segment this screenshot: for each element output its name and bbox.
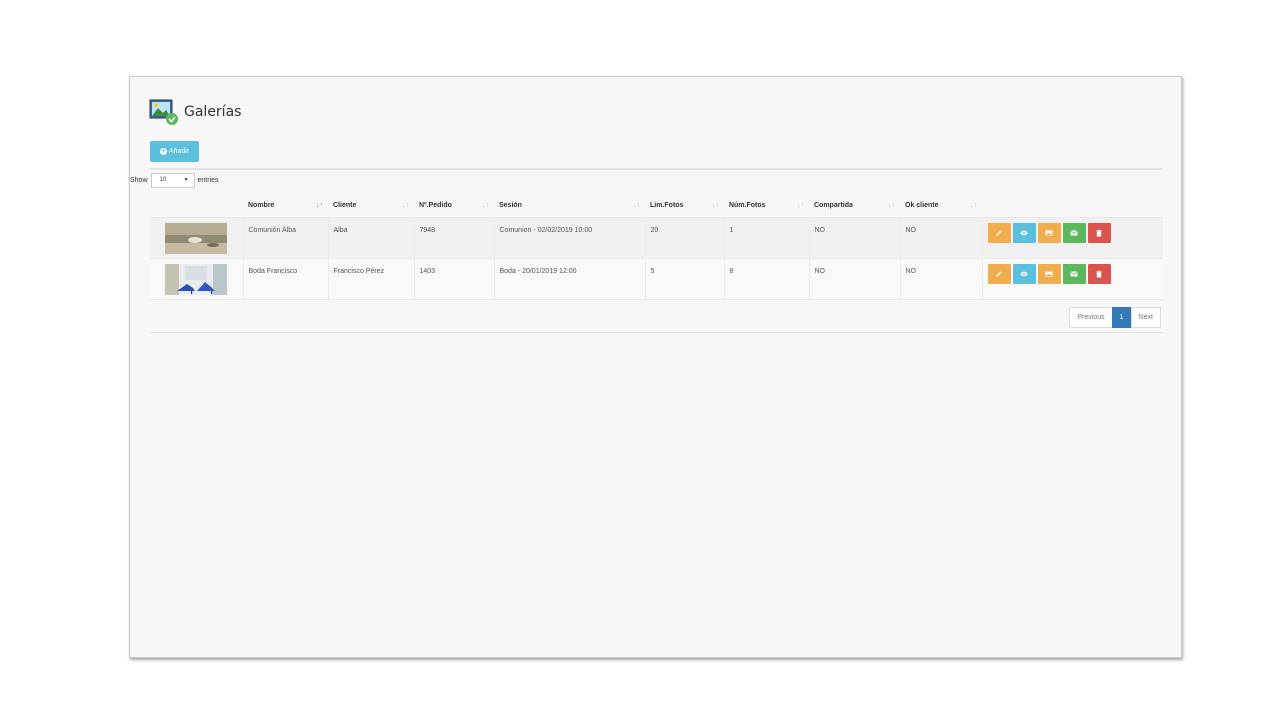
column-header-num-fotos[interactable]: Núm.Fotos ↓↑ (724, 195, 809, 218)
view-button[interactable] (1012, 263, 1036, 284)
cell-lim-fotos: 5 (645, 258, 725, 299)
column-header-label: Ok cliente (905, 202, 939, 210)
column-header-compartida[interactable]: Compartida ↓↑ (809, 195, 900, 218)
column-header-label: Sesión (499, 202, 522, 210)
column-header-ok-cliente[interactable]: Ok cliente ↓↑ (900, 195, 982, 218)
actions-cell (982, 217, 1163, 258)
cell-sesion: Boda - 20/01/2019 12:00 (494, 258, 646, 299)
column-header-label: Lim.Fotos (650, 202, 684, 210)
eye-icon (1020, 230, 1028, 235)
images-button[interactable] (1037, 263, 1061, 284)
cell-compartida: NO (809, 217, 901, 258)
column-header-cliente[interactable]: Cliente ↓↑ (328, 195, 414, 218)
entries-length-control: Show 10 ▼ entries (130, 171, 219, 189)
cell-nombre: Comunión Alba (243, 217, 329, 258)
actions-cell (982, 258, 1163, 299)
sort-icon: ↓↑ (970, 202, 977, 209)
view-button[interactable] (1012, 222, 1036, 243)
column-header-nombre[interactable]: Nombre ↓↑ (243, 195, 328, 218)
column-header-label: Nombre (248, 202, 275, 210)
wedding-thumbnail[interactable] (165, 263, 227, 295)
next-page-button[interactable]: Next (1130, 307, 1161, 328)
add-button-label: Añadir (168, 148, 190, 155)
envelope-icon (1070, 270, 1078, 276)
column-header-actions (982, 195, 1163, 218)
thumbnail-cell (150, 258, 244, 299)
cell-ok-cliente: NO (900, 217, 983, 258)
sort-icon: ↓↑ (633, 202, 640, 209)
cell-sesion: Comunion - 02/02/2019 10:00 (494, 217, 646, 258)
table-footer-divider (150, 332, 1163, 333)
trash-icon (1096, 270, 1102, 277)
column-header-label: Cliente (333, 202, 357, 210)
cell-cliente: Alba (328, 217, 415, 258)
sort-icon: ↓↑ (316, 202, 323, 209)
previous-page-button[interactable]: Previous (1069, 307, 1113, 328)
column-header-label: Núm.Fotos (729, 202, 766, 210)
table-header-row: Nombre ↓↑ Cliente ↓↑ Nº.Pedido ↓↑ Sesión ↓↑ … (150, 195, 1163, 218)
sort-icon: ↓↑ (797, 202, 804, 209)
communion-thumbnail[interactable] (165, 222, 227, 254)
images-button[interactable] (1037, 222, 1061, 243)
edit-button[interactable] (987, 222, 1011, 243)
image-icon (1045, 230, 1053, 235)
header-divider (150, 168, 1163, 170)
page-title: Galerías (184, 104, 242, 120)
table-row: Comunión Alba Alba 7948 Comunion - 02/02… (150, 217, 1163, 258)
gallery-image-check-icon (149, 99, 179, 125)
galleries-panel: Galerías + Añadir Show 10 ▼ entries Nomb… (129, 76, 1182, 658)
pencil-icon (996, 271, 1002, 277)
cell-nombre: Boda Francisco (243, 258, 329, 299)
column-header-lim-fotos[interactable]: Lim.Fotos ↓↑ (645, 195, 724, 218)
cell-cliente: Francisco Pérez (328, 258, 415, 299)
cell-lim-fotos: 20 (645, 217, 725, 258)
email-button[interactable] (1062, 222, 1086, 243)
image-icon (1045, 271, 1053, 276)
entries-label: entries (197, 176, 219, 184)
cell-num-fotos: 8 (724, 258, 810, 299)
column-header-pedido[interactable]: Nº.Pedido ↓↑ (414, 195, 494, 218)
table-row: Boda Francisco Francisco Pérez 1403 Boda… (150, 258, 1163, 299)
row-actions (987, 222, 1164, 243)
add-button[interactable]: + Añadir (150, 141, 199, 162)
sort-icon: ↓↑ (402, 202, 409, 209)
cell-compartida: NO (809, 258, 901, 299)
show-label: Show (130, 176, 148, 184)
page-header: Galerías (149, 97, 241, 127)
pencil-icon (996, 230, 1002, 236)
page-1-button[interactable]: 1 (1111, 307, 1132, 328)
email-button[interactable] (1062, 263, 1086, 284)
cell-pedido: 7948 (414, 217, 495, 258)
column-header-thumb (150, 195, 243, 218)
sort-icon: ↓↑ (712, 202, 719, 209)
sort-icon: ↓↑ (888, 202, 895, 209)
trash-icon (1096, 229, 1102, 236)
plus-circle-icon: + (159, 148, 167, 155)
delete-button[interactable] (1087, 263, 1111, 284)
envelope-icon (1070, 229, 1078, 235)
cell-num-fotos: 1 (724, 217, 810, 258)
column-header-sesion[interactable]: Sesión ↓↑ (494, 195, 645, 218)
cell-pedido: 1403 (414, 258, 495, 299)
eye-icon (1020, 271, 1028, 276)
column-header-label: Compartida (814, 202, 853, 210)
galleries-table: Nombre ↓↑ Cliente ↓↑ Nº.Pedido ↓↑ Sesión ↓↑ … (150, 195, 1163, 300)
entries-select[interactable]: 10 ▼ (150, 172, 195, 188)
row-actions (987, 263, 1164, 284)
chevron-down-icon: ▼ (183, 177, 189, 183)
edit-button[interactable] (987, 263, 1011, 284)
column-header-label: Nº.Pedido (419, 202, 452, 210)
cell-ok-cliente: NO (900, 258, 983, 299)
thumbnail-cell (150, 217, 244, 258)
sort-icon: ↓↑ (482, 202, 489, 209)
pagination: Previous 1 Next (1069, 307, 1161, 328)
entries-select-value: 10 (159, 177, 167, 183)
delete-button[interactable] (1087, 222, 1111, 243)
